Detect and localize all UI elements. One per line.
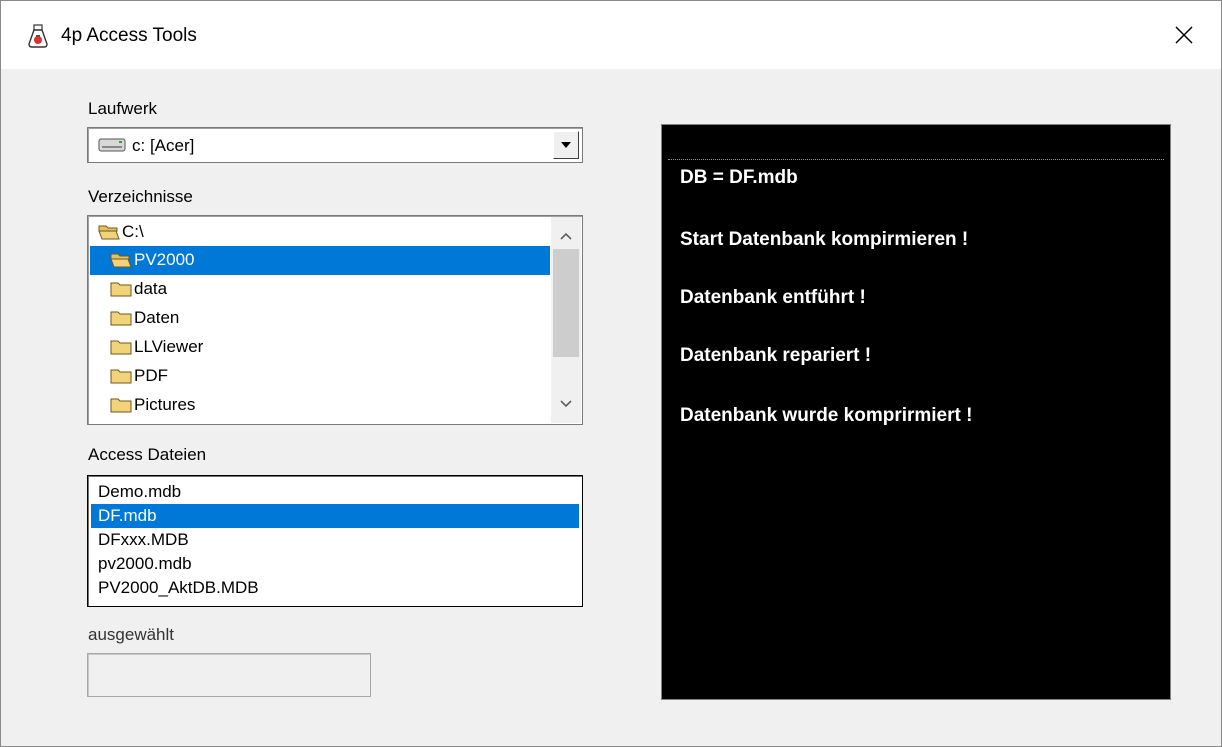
dir-item-pdf[interactable]: PDF: [90, 362, 550, 391]
chevron-up-icon: [560, 232, 572, 240]
dir-item-label: PV2000: [134, 250, 195, 269]
dir-item-label: Daten: [134, 308, 180, 327]
folder-icon: [110, 311, 132, 326]
file-list[interactable]: Demo.mdb DF.mdb DFxxx.MDB pv2000.mdb PV2…: [87, 475, 583, 607]
drive-combobox[interactable]: c: [Acer]: [87, 127, 583, 163]
dir-item-pv2000[interactable]: PV2000: [90, 246, 550, 275]
log-line: Datenbank entführt !: [680, 287, 866, 308]
drive-icon: [98, 138, 126, 152]
chevron-down-icon: [561, 142, 571, 148]
flask-icon: [28, 24, 48, 48]
files-label: Access Dateien: [88, 445, 207, 464]
close-button[interactable]: [1161, 15, 1207, 55]
file-item[interactable]: Demo.mdb: [91, 480, 579, 504]
file-item[interactable]: pv2000.mdb: [91, 552, 579, 576]
log-line: Datenbank wurde komprirmiert !: [680, 405, 973, 426]
dir-item-pictures[interactable]: Pictures: [90, 391, 550, 420]
log-line: Start Datenbank kompirmieren !: [680, 229, 969, 250]
scroll-thumb[interactable]: [553, 249, 579, 357]
title-bar: 4p Access Tools: [1, 1, 1221, 69]
dir-item-llviewer[interactable]: LLViewer: [90, 333, 550, 362]
log-line: Datenbank repariert !: [680, 345, 872, 366]
scroll-up-button[interactable]: [551, 221, 581, 251]
directory-list[interactable]: C:\ PV2000 data Daten LLViewer PDF Pictu…: [87, 215, 583, 425]
chevron-down-icon: [560, 400, 572, 408]
dir-item-data[interactable]: data: [90, 275, 550, 304]
folder-icon: [110, 369, 132, 384]
selected-label: ausgewählt: [88, 625, 175, 644]
file-item[interactable]: DFxxx.MDB: [91, 528, 579, 552]
file-item[interactable]: DF.mdb: [91, 504, 579, 528]
folder-icon: [110, 398, 132, 413]
drive-dropdown-button[interactable]: [553, 131, 579, 159]
log-focus-bar: [668, 131, 1164, 160]
directory-scrollbar[interactable]: [551, 217, 581, 423]
open-folder-icon: [98, 225, 120, 240]
log-panel: DB = DF.mdb Start Datenbank kompirmieren…: [661, 124, 1171, 700]
selected-field: [87, 653, 371, 697]
dir-item-label: PDF: [134, 366, 168, 385]
scroll-down-button[interactable]: [551, 389, 581, 419]
drive-label: Laufwerk: [88, 99, 157, 118]
open-folder-icon: [110, 253, 132, 268]
dir-item-label: data: [134, 279, 168, 298]
folder-icon: [110, 282, 132, 297]
dir-item-label: Pictures: [134, 395, 196, 414]
window-title: 4p Access Tools: [61, 25, 197, 46]
dir-item-label: C:\: [122, 222, 144, 241]
dir-item-root[interactable]: C:\: [90, 218, 550, 247]
close-icon: [1175, 26, 1193, 44]
app-window: 4p Access Tools Laufwerk c: [Acer] Verze…: [0, 0, 1222, 747]
directories-label: Verzeichnisse: [88, 187, 193, 206]
file-item[interactable]: PV2000_AktDB.MDB: [91, 576, 579, 600]
folder-icon: [110, 340, 132, 355]
dir-item-daten[interactable]: Daten: [90, 304, 550, 333]
log-line: DB = DF.mdb: [680, 167, 798, 188]
drive-value: c: [Acer]: [132, 136, 195, 155]
dir-item-label: LLViewer: [134, 337, 204, 356]
